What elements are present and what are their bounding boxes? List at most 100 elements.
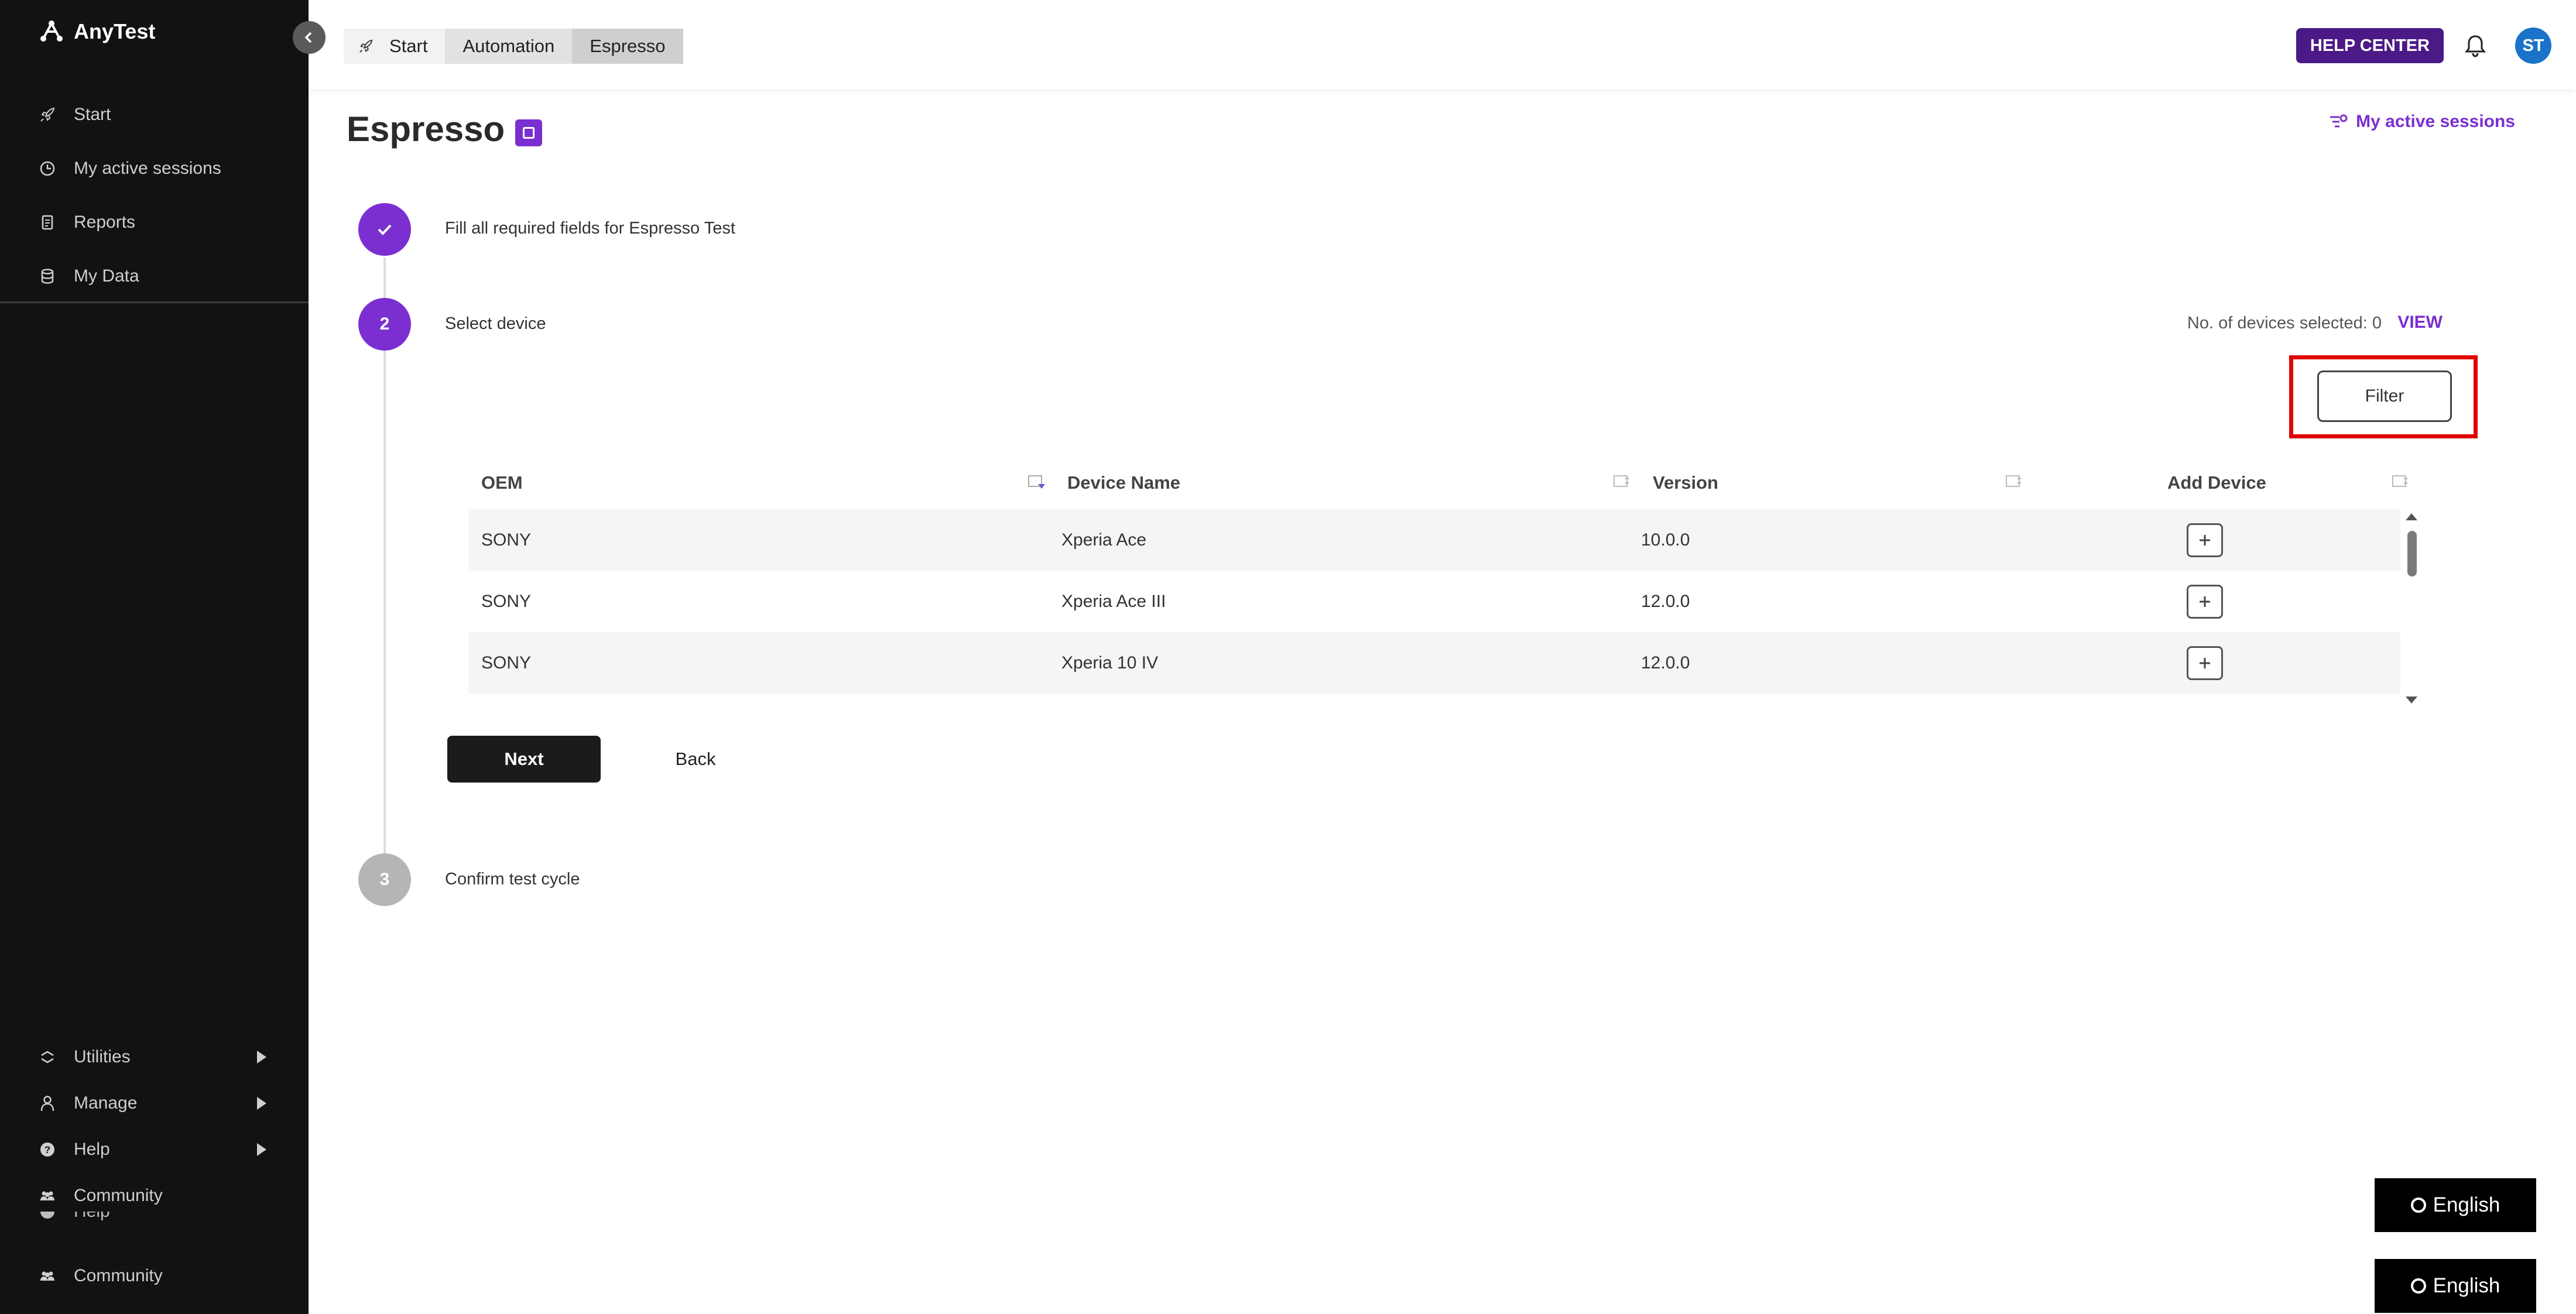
sessions-icon [2330,114,2348,128]
community-icon [40,1271,54,1281]
step-2-indicator: 2 [358,298,411,351]
sidebar-item-label: Start [74,105,111,124]
add-device-button[interactable] [2187,585,2223,619]
sidebar: AnyTest Start My active sessions Reports… [0,0,309,1314]
cell-version: 12.0.0 [1641,653,1690,673]
sort-icon[interactable] [1613,474,1633,492]
breadcrumb: Start Automation Espresso [344,29,683,64]
breadcrumb-label: Start [389,36,428,56]
column-header-version[interactable]: Version [1653,459,1718,506]
sidebar-item-start[interactable]: Start [0,88,309,142]
sidebar-divider [0,301,309,303]
bell-icon[interactable] [2462,33,2488,59]
sidebar-item-label: Community [74,1266,163,1285]
rocket-icon [359,39,373,53]
filter-button[interactable]: Filter [2317,370,2452,422]
sidebar-item-label: My active sessions [74,159,221,178]
next-button[interactable]: Next [447,736,601,783]
submenu-arrow-icon [257,1096,266,1110]
add-device-button[interactable] [2187,646,2223,680]
help-icon: ? [40,1142,54,1157]
my-active-sessions-label: My active sessions [2356,112,2515,131]
cell-device-name: Xperia Ace [1061,530,1147,550]
table-row: SONY Xperia Ace III 12.0.0 [468,571,2400,632]
help-center-button[interactable]: HELP CENTER [2296,28,2444,63]
sidebar-item-label: Manage [74,1093,138,1113]
cell-device-name: Xperia Ace III [1061,591,1166,611]
sidebar-item-manage[interactable]: Manage [0,1080,309,1126]
sort-icon[interactable] [2005,474,2025,492]
svg-text:?: ? [44,1144,50,1155]
cell-oem: SONY [481,591,532,611]
breadcrumb-label: Automation [463,36,555,56]
scroll-down-arrow-icon[interactable] [2406,697,2417,704]
column-header-oem[interactable]: OEM [481,459,523,506]
sidebar-item-label: Reports [74,212,136,232]
language-selector-button[interactable]: English [2375,1178,2536,1232]
view-selected-devices-link[interactable]: VIEW [2397,313,2443,332]
sidebar-item-reports[interactable]: Reports [0,195,309,249]
table-row: SONY Xperia 10 IV 12.0.0 [468,632,2400,694]
breadcrumb-item-espresso[interactable]: Espresso [572,29,683,64]
step-3-indicator: 3 [358,853,411,906]
table-body[interactable]: SONY Xperia Ace 10.0.0 SONY Xperia Ace I… [468,509,2400,705]
scroll-thumb[interactable] [2407,531,2417,577]
checkmark-icon [378,224,392,235]
help-icon [40,1212,54,1219]
table-header: OEM Device Name Version Add Device [468,459,2418,506]
info-icon[interactable] [515,119,542,146]
user-avatar[interactable]: ST [2515,28,2551,64]
back-button[interactable]: Back [662,736,729,783]
sidebar-item-active-sessions[interactable]: My active sessions [0,142,309,195]
my-active-sessions-link[interactable]: My active sessions [2328,111,2515,132]
submenu-arrow-icon [257,1050,266,1063]
language-label: English [2433,1193,2500,1216]
cell-oem: SONY [481,530,532,550]
sidebar-item-community-duplicate[interactable]: Community [0,1253,309,1299]
sort-icon[interactable] [2392,474,2411,492]
step-3-label: Confirm test cycle [445,870,580,888]
language-selector-button-duplicate[interactable]: English [2375,1259,2536,1313]
scroll-up-arrow-icon[interactable] [2406,513,2417,520]
breadcrumb-item-start[interactable]: Start [344,29,446,64]
sidebar-nav-secondary: Utilities Manage ? Help Community [0,1034,309,1219]
breadcrumb-label: Espresso [590,36,666,56]
rocket-icon [40,107,55,122]
top-bar: Start Automation Espresso HELP CENTER ST [309,0,2576,89]
breadcrumb-item-automation[interactable]: Automation [445,29,573,64]
sidebar-item-my-data[interactable]: My Data [0,249,309,303]
table-scrollbar[interactable] [2405,513,2418,704]
utilities-icon [41,1051,54,1063]
column-header-device-name[interactable]: Device Name [1067,459,1180,506]
cell-device-name: Xperia 10 IV [1061,653,1159,673]
anytest-logo-icon [40,20,63,42]
chevron-left-icon [304,32,312,43]
sidebar-item-utilities[interactable]: Utilities [0,1034,309,1080]
sidebar-item-label: My Data [74,266,139,286]
globe-icon [2410,1278,2426,1294]
sidebar-overlap-artifact: Help [0,1212,309,1229]
cell-version: 12.0.0 [1641,591,1690,611]
plus-icon [2200,535,2210,546]
app-logo[interactable]: AnyTest [37,18,155,46]
cell-oem: SONY [481,653,532,673]
device-table: OEM Device Name Version Add Device SONY … [468,459,2418,694]
database-icon [41,269,54,284]
column-header-add-device: Add Device [2167,472,2266,493]
app-name: AnyTest [74,19,156,43]
clock-icon [40,161,55,176]
sidebar-item-help[interactable]: ? Help [0,1126,309,1172]
sidebar-item-help-ghost: Help [0,1212,309,1229]
devices-selected-count: No. of devices selected: 0 [2187,314,2382,332]
plus-icon [2200,596,2210,607]
sidebar-collapse-button[interactable] [293,21,326,54]
report-icon [42,215,53,230]
sort-icon[interactable] [1027,474,1047,492]
table-row-partial [468,694,2400,705]
sidebar-item-label: Utilities [74,1047,131,1066]
sidebar-item-label: Help [74,1212,110,1222]
globe-icon [2410,1198,2426,1213]
submenu-arrow-icon [257,1143,266,1156]
add-device-button[interactable] [2187,523,2223,557]
sidebar-item-label: Community [74,1185,163,1205]
